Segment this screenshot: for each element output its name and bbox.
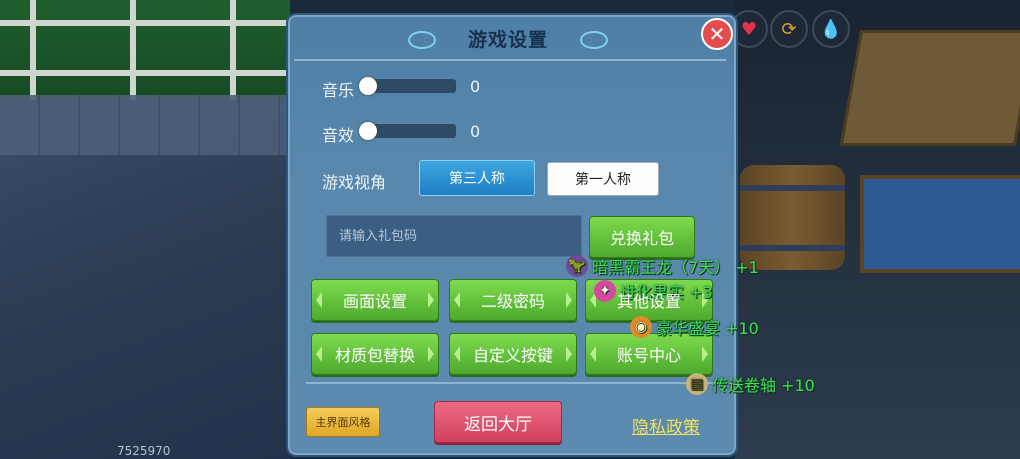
arrow-right-icon [428, 346, 434, 362]
arrow-left-icon [316, 292, 322, 308]
swap-icon[interactable]: ⟳ [770, 10, 808, 48]
music-slider-track[interactable] [368, 79, 456, 93]
return-lobby-button[interactable]: 返回大厅 [434, 401, 562, 443]
reward-text: 暗黑霸王龙（7天） +1 [592, 258, 759, 277]
dialog-title: 游戏设置 [467, 28, 548, 51]
music-value: 0 [470, 77, 481, 96]
graphics-settings-button[interactable]: 画面设置 [311, 279, 439, 321]
fence-post [230, 0, 236, 100]
arrow-right-icon [428, 292, 434, 308]
main-ui-style-button[interactable]: 主界面风格 [306, 407, 380, 437]
drop-icon[interactable]: 💧 [812, 10, 850, 48]
texture-pack-button[interactable]: 材质包替换 [311, 333, 439, 375]
third-person-button[interactable]: 第三人称 [419, 160, 535, 196]
fruit-icon: ✦ [594, 280, 616, 302]
close-button[interactable]: ✕ [701, 18, 733, 50]
privacy-policy-link[interactable]: 隐私政策 [632, 413, 700, 438]
fence-rail [0, 70, 290, 76]
sound-value: 0 [470, 122, 481, 141]
arrow-right-icon [566, 292, 572, 308]
reward-notification: ◉ 豪华盛宴 +10 [630, 315, 759, 339]
music-label: 音乐 [322, 81, 355, 100]
graphics-settings-label: 画面设置 [342, 292, 407, 311]
reward-notification: ▤ 传送卷轴 +10 [686, 372, 815, 396]
game-settings-dialog: 游戏设置 ✕ 音乐 0 音效 0 游戏视角 第三人称 第一人称 兑换礼包 画面设… [286, 13, 738, 457]
arrow-left-icon [454, 292, 460, 308]
other-settings-label: 其他设置 [616, 292, 681, 311]
title-ornament-icon [408, 31, 436, 49]
arrow-left-icon [316, 346, 322, 362]
dialog-title-bar: 游戏设置 [408, 25, 608, 51]
dragon-icon: 🦖 [566, 255, 588, 277]
arrow-left-icon [454, 346, 460, 362]
player-id-text: 7525970 [117, 444, 171, 458]
sound-slider-knob[interactable] [359, 122, 377, 140]
barrel-band [740, 185, 845, 191]
market-stall-roof [839, 30, 1020, 146]
music-slider-knob[interactable] [359, 77, 377, 95]
account-center-label: 账号中心 [616, 346, 681, 365]
barrel-band [740, 245, 845, 251]
account-center-button[interactable]: 账号中心 [585, 333, 713, 375]
secondary-password-button[interactable]: 二级密码 [449, 279, 577, 321]
arrow-right-icon [566, 346, 572, 362]
sound-slider-track[interactable] [368, 124, 456, 138]
close-icon: ✕ [708, 22, 726, 46]
secondary-password-label: 二级密码 [480, 292, 545, 311]
title-ornament-icon [580, 31, 608, 49]
redeem-gift-label: 兑换礼包 [609, 229, 674, 248]
gift-code-input[interactable] [326, 215, 582, 257]
arrow-right-icon [702, 346, 708, 362]
stall-counter [860, 175, 1020, 273]
feast-icon: ◉ [630, 316, 652, 338]
footer-divider [306, 382, 718, 384]
first-person-button[interactable]: 第一人称 [547, 162, 659, 196]
reward-text: 豪华盛宴 +10 [656, 319, 759, 338]
custom-keys-label: 自定义按键 [472, 346, 553, 365]
texture-pack-label: 材质包替换 [334, 346, 415, 365]
scroll-icon: ▤ [686, 373, 708, 395]
view-label: 游戏视角 [322, 173, 387, 192]
title-divider [294, 59, 726, 61]
fence-post [130, 0, 136, 100]
sound-label: 音效 [322, 126, 355, 145]
fence-rail [0, 20, 290, 26]
reward-notification: 🦖 暗黑霸王龙（7天） +1 [566, 254, 759, 278]
fence-post [30, 0, 36, 100]
redeem-gift-button[interactable]: 兑换礼包 [589, 216, 695, 258]
reward-text: 传送卷轴 +10 [712, 376, 815, 395]
custom-keys-button[interactable]: 自定义按键 [449, 333, 577, 375]
grass-area [0, 0, 290, 100]
arrow-left-icon [590, 346, 596, 362]
stone-wall [0, 95, 290, 155]
